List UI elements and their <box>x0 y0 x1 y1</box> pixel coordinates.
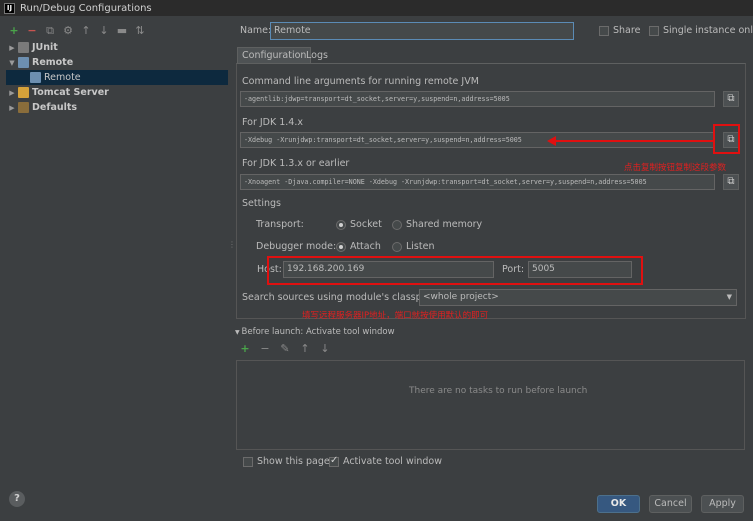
debugger-listen-radio[interactable] <box>392 242 402 252</box>
cancel-button[interactable]: Cancel <box>649 495 692 513</box>
before-launch-task-list: There are no tasks to run before launch <box>236 360 745 450</box>
empty-tasks-text: There are no tasks to run before launch <box>409 386 588 396</box>
copy-jdk13-button[interactable]: ⧉ <box>723 174 739 190</box>
tree-item-label: Defaults <box>32 102 78 113</box>
single-instance-checkbox[interactable] <box>649 26 659 36</box>
jdk13-label: For JDK 1.3.x or earlier <box>242 158 350 169</box>
transport-shared-label: Shared memory <box>406 219 483 230</box>
copy-icon[interactable]: ⧉ <box>44 25 56 37</box>
splitter-handle[interactable]: ⋮ <box>228 240 236 249</box>
cmdline-label: Command line arguments for running remot… <box>242 76 479 87</box>
window-title: Run/Debug Configurations <box>20 2 152 14</box>
expand-arrow-icon[interactable]: ▶ <box>6 89 18 97</box>
debugger-listen-label: Listen <box>406 241 435 252</box>
apply-button[interactable]: Apply <box>701 495 744 513</box>
show-page-label: Show this page <box>257 456 330 467</box>
tree-item-remote-group[interactable]: ▼ Remote <box>6 55 228 70</box>
transport-socket-label: Socket <box>350 219 382 230</box>
expand-arrow-icon[interactable]: ▶ <box>6 104 18 112</box>
share-checkbox[interactable] <box>599 26 609 36</box>
annotation-host-box <box>267 256 643 285</box>
ok-button[interactable]: OK <box>597 495 640 513</box>
tree-item-defaults[interactable]: ▶ Defaults <box>6 100 228 115</box>
debugger-attach-label: Attach <box>350 241 381 252</box>
before-launch-header[interactable]: ▼ Before launch: Activate tool window <box>235 327 395 337</box>
single-instance-label: Single instance only <box>663 25 753 36</box>
debugger-mode-label: Debugger mode: <box>256 241 337 252</box>
add-task-icon[interactable]: + <box>239 343 251 355</box>
remove-task-icon[interactable]: − <box>259 343 271 355</box>
chevron-down-icon: ▼ <box>726 293 732 301</box>
transport-shared-radio[interactable] <box>392 220 402 230</box>
transport-label: Transport: <box>256 219 304 230</box>
sort-icon[interactable]: ⇅ <box>134 25 146 37</box>
title-bar: IJ Run/Debug Configurations <box>0 0 753 16</box>
collapse-arrow-icon[interactable]: ▼ <box>6 59 18 67</box>
defaults-wrench-icon <box>18 102 29 113</box>
wrench-icon[interactable]: ⚙ <box>62 25 74 37</box>
before-launch-title: Before launch: Activate tool window <box>241 327 395 337</box>
name-input[interactable]: Remote <box>270 22 574 40</box>
tomcat-icon <box>18 87 29 98</box>
move-task-up-icon[interactable]: ↑ <box>299 343 311 355</box>
tab-configuration[interactable]: Configuration <box>237 47 312 64</box>
annotation-arrow-line <box>555 140 713 142</box>
move-up-icon[interactable]: ↑ <box>80 25 92 37</box>
tree-item-junit[interactable]: ▶ JUnit <box>6 40 228 55</box>
annotation-host-note: 填写远程服务器IP地址，端口就按使用默认的即可 <box>302 311 489 321</box>
remote-icon <box>30 72 41 83</box>
classpath-select[interactable]: <whole project> ▼ <box>419 289 737 306</box>
jdk14-label: For JDK 1.4.x <box>242 117 303 128</box>
intellij-app-icon: IJ <box>4 2 15 14</box>
tree-item-label: Remote <box>44 72 81 83</box>
activate-tool-window-label: Activate tool window <box>343 456 443 467</box>
remote-icon <box>18 57 29 68</box>
copy-cmdline-button[interactable]: ⧉ <box>723 91 739 107</box>
expand-arrow-icon[interactable]: ▶ <box>6 44 18 52</box>
help-icon[interactable]: ? <box>9 491 25 507</box>
add-icon[interactable]: + <box>8 25 20 37</box>
classpath-label: Search sources using module's classpath: <box>242 292 441 303</box>
transport-socket-radio[interactable] <box>336 220 346 230</box>
tree-item-label: JUnit <box>32 42 58 53</box>
tree-item-label: Tomcat Server <box>32 87 109 98</box>
annotation-copy-note: 点击复制按钮复制这段参数 <box>624 163 727 173</box>
move-task-down-icon[interactable]: ↓ <box>319 343 331 355</box>
cmdline-field[interactable]: -agentlib:jdwp=transport=dt_socket,serve… <box>240 91 715 107</box>
name-label: Name: <box>240 25 272 36</box>
share-label: Share <box>613 25 641 36</box>
activate-tool-window-checkbox[interactable] <box>329 455 339 467</box>
classpath-selected-value: <whole project> <box>423 292 499 302</box>
tree-item-tomcat[interactable]: ▶ Tomcat Server <box>6 85 228 100</box>
move-down-icon[interactable]: ↓ <box>98 25 110 37</box>
junit-icon <box>18 42 29 53</box>
tree-item-label: Remote <box>32 57 74 68</box>
config-tree: ▶ JUnit ▼ Remote Remote ▶ Tomcat Server … <box>6 40 228 115</box>
jdk13-field[interactable]: -Xnoagent -Djava.compiler=NONE -Xdebug -… <box>240 174 715 190</box>
folder-icon[interactable]: ▬ <box>116 25 128 37</box>
edit-task-icon[interactable]: ✎ <box>279 343 291 355</box>
annotation-arrowhead-icon <box>547 136 556 146</box>
annotation-copy-box <box>713 124 740 154</box>
debugger-attach-radio[interactable] <box>336 242 346 252</box>
tree-item-remote[interactable]: Remote <box>6 70 228 85</box>
before-launch-toolbar: + − ✎ ↑ ↓ <box>239 343 331 355</box>
settings-label: Settings <box>242 198 281 209</box>
config-toolbar: + − ⧉ ⚙ ↑ ↓ ▬ ⇅ <box>8 24 146 38</box>
show-page-checkbox[interactable] <box>243 457 253 467</box>
remove-icon[interactable]: − <box>26 25 38 37</box>
